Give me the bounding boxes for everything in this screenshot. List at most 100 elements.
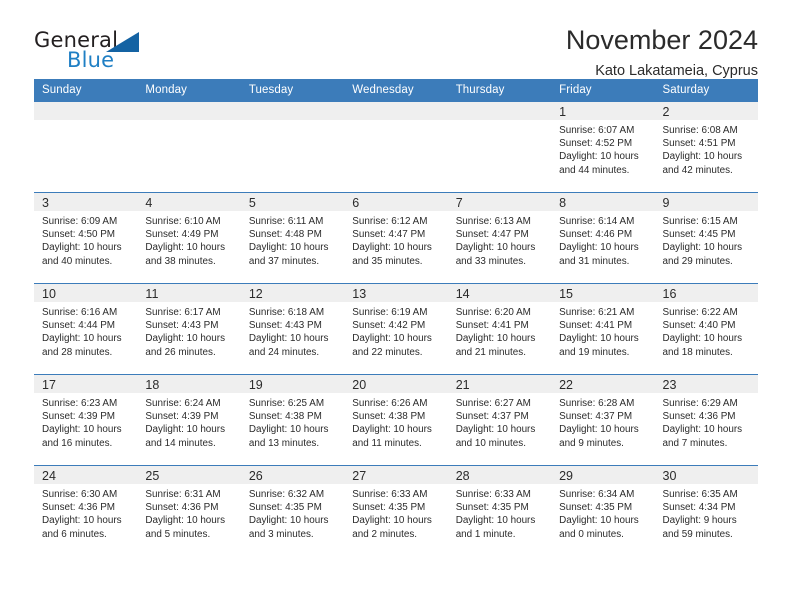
day-number-band: 23	[654, 375, 758, 393]
calendar-day-cell[interactable]: 18 Sunrise: 6:24 AM Sunset: 4:39 PM Dayligh…	[137, 374, 241, 466]
sunrise-time: Sunrise: 6:24 AM	[145, 398, 221, 409]
calendar-day-cell-empty	[34, 102, 138, 193]
calendar-day-cell[interactable]: 8 Sunrise: 6:14 AM Sunset: 4:46 PM Daylight…	[551, 192, 655, 284]
day-cell-inner: 26 Sunrise: 6:32 AM Sunset: 4:35 PM Dayligh…	[240, 466, 345, 556]
day-number-band: 17	[34, 375, 138, 393]
calendar-day-cell[interactable]: 10 Sunrise: 6:16 AM Sunset: 4:44 PM Dayligh…	[34, 283, 138, 375]
day-details: Sunrise: 6:20 AM Sunset: 4:41 PM Daylight:…	[448, 302, 551, 359]
sunset-time: Sunset: 4:34 PM	[662, 502, 736, 514]
calendar-day-cell[interactable]: 5 Sunrise: 6:11 AM Sunset: 4:48 PM Daylight…	[240, 192, 345, 284]
calendar-day-cell[interactable]: 15 Sunrise: 6:21 AM Sunset: 4:41 PM Dayligh…	[551, 283, 655, 375]
day-cell-inner	[240, 102, 345, 192]
sunset-time: Sunset: 4:38 PM	[248, 411, 322, 423]
day-cell-inner: 11 Sunrise: 6:17 AM Sunset: 4:43 PM Dayligh…	[137, 284, 241, 374]
sunrise-time: Sunrise: 6:08 AM	[662, 125, 738, 136]
daylight-duration-line2: and 33 minutes.	[455, 255, 526, 267]
calendar-day-cell[interactable]: 16 Sunrise: 6:22 AM Sunset: 4:40 PM Dayligh…	[654, 283, 758, 375]
daylight-duration-line2: and 37 minutes.	[248, 255, 320, 267]
day-cell-inner: 10 Sunrise: 6:16 AM Sunset: 4:44 PM Dayligh…	[34, 284, 138, 374]
daylight-duration-line1: Daylight: 10 hours	[559, 242, 639, 254]
calendar-day-cell[interactable]: 30 Sunrise: 6:35 AM Sunset: 4:34 PM Dayligh…	[654, 465, 758, 556]
calendar-day-cell[interactable]: 14 Sunrise: 6:20 AM Sunset: 4:41 PM Dayligh…	[447, 283, 552, 375]
calendar-day-cell[interactable]: 3 Sunrise: 6:09 AM Sunset: 4:50 PM Daylight…	[34, 192, 138, 284]
weekday-header-monday: Monday	[137, 79, 241, 102]
calendar-day-cell[interactable]: 28 Sunrise: 6:33 AM Sunset: 4:35 PM Dayligh…	[447, 465, 552, 556]
sunrise-time: Sunrise: 6:12 AM	[352, 216, 428, 227]
calendar-day-cell[interactable]: 20 Sunrise: 6:26 AM Sunset: 4:38 PM Dayligh…	[344, 374, 448, 466]
day-cell-inner: 23 Sunrise: 6:29 AM Sunset: 4:36 PM Dayligh…	[654, 375, 758, 465]
day-cell-inner: 13 Sunrise: 6:19 AM Sunset: 4:42 PM Dayligh…	[344, 284, 448, 374]
daylight-duration-line1: Daylight: 10 hours	[248, 515, 329, 527]
daylight-duration-line2: and 44 minutes.	[559, 164, 630, 176]
day-number: 14	[455, 287, 470, 301]
sunrise-time: Sunrise: 6:23 AM	[42, 398, 118, 409]
calendar-day-cell[interactable]: 22 Sunrise: 6:28 AM Sunset: 4:37 PM Dayligh…	[551, 374, 655, 466]
calendar-day-cell[interactable]: 12 Sunrise: 6:18 AM Sunset: 4:43 PM Dayligh…	[240, 283, 345, 375]
calendar-day-cell[interactable]: 29 Sunrise: 6:34 AM Sunset: 4:35 PM Dayligh…	[551, 465, 655, 556]
sunset-time: Sunset: 4:43 PM	[248, 320, 322, 332]
daylight-duration-line1: Daylight: 10 hours	[559, 515, 639, 527]
sunrise-time: Sunrise: 6:33 AM	[352, 489, 428, 500]
sunrise-time: Sunrise: 6:10 AM	[145, 216, 221, 227]
calendar-day-cell[interactable]: 27 Sunrise: 6:33 AM Sunset: 4:35 PM Dayligh…	[344, 465, 448, 556]
day-cell-inner: 24 Sunrise: 6:30 AM Sunset: 4:36 PM Dayligh…	[34, 466, 138, 556]
calendar-day-cell[interactable]: 11 Sunrise: 6:17 AM Sunset: 4:43 PM Dayligh…	[137, 283, 241, 375]
daylight-duration-line1: Daylight: 10 hours	[559, 333, 639, 345]
sunset-time: Sunset: 4:41 PM	[455, 320, 529, 332]
generalblue-logo[interactable]: General Blue	[34, 26, 154, 76]
day-number-band: 7	[447, 193, 552, 211]
calendar-day-cell[interactable]: 21 Sunrise: 6:27 AM Sunset: 4:37 PM Dayligh…	[447, 374, 552, 466]
day-number-band: 11	[137, 284, 241, 302]
day-number-band: 3	[34, 193, 138, 211]
day-cell-inner: 21 Sunrise: 6:27 AM Sunset: 4:37 PM Dayligh…	[447, 375, 552, 465]
daylight-duration-line1: Daylight: 10 hours	[455, 242, 536, 254]
calendar-day-cell[interactable]: 25 Sunrise: 6:31 AM Sunset: 4:36 PM Dayligh…	[137, 465, 241, 556]
day-cell-inner	[447, 102, 552, 192]
calendar-day-cell[interactable]: 2 Sunrise: 6:08 AM Sunset: 4:51 PM Daylight…	[654, 102, 758, 193]
calendar-day-cell[interactable]: 13 Sunrise: 6:19 AM Sunset: 4:42 PM Dayligh…	[344, 283, 448, 375]
day-number-band: 21	[447, 375, 552, 393]
day-cell-inner	[137, 102, 241, 192]
day-cell-inner: 1 Sunrise: 6:07 AM Sunset: 4:52 PM Daylight…	[551, 102, 655, 192]
daylight-duration-line2: and 6 minutes.	[42, 528, 107, 540]
weekday-header-tuesday: Tuesday	[240, 79, 345, 102]
day-details: Sunrise: 6:18 AM Sunset: 4:43 PM Daylight:…	[241, 302, 344, 359]
calendar-day-cell[interactable]: 1 Sunrise: 6:07 AM Sunset: 4:52 PM Daylight…	[551, 102, 655, 193]
weekday-header-sunday: Sunday	[34, 79, 138, 102]
day-number: 29	[559, 469, 574, 483]
day-cell-inner: 8 Sunrise: 6:14 AM Sunset: 4:46 PM Daylight…	[551, 193, 655, 283]
day-number-band: 24	[34, 466, 138, 484]
day-number: 3	[42, 196, 49, 210]
daylight-duration-line2: and 38 minutes.	[145, 255, 216, 267]
sunrise-time: Sunrise: 6:33 AM	[455, 489, 531, 500]
sunrise-time: Sunrise: 6:34 AM	[559, 489, 635, 500]
sunset-time: Sunset: 4:49 PM	[145, 229, 219, 241]
sunrise-time: Sunrise: 6:15 AM	[662, 216, 738, 227]
calendar-day-cell[interactable]: 7 Sunrise: 6:13 AM Sunset: 4:47 PM Daylight…	[447, 192, 552, 284]
daylight-duration-line2: and 9 minutes.	[559, 437, 624, 449]
daylight-duration-line1: Daylight: 10 hours	[145, 424, 226, 436]
calendar-day-cell[interactable]: 23 Sunrise: 6:29 AM Sunset: 4:36 PM Dayligh…	[654, 374, 758, 466]
day-number: 12	[248, 287, 263, 301]
calendar-day-cell[interactable]: 19 Sunrise: 6:25 AM Sunset: 4:38 PM Dayligh…	[240, 374, 345, 466]
calendar-day-cell[interactable]: 9 Sunrise: 6:15 AM Sunset: 4:45 PM Daylight…	[654, 192, 758, 284]
day-details: Sunrise: 6:33 AM Sunset: 4:35 PM Daylight:…	[448, 484, 551, 541]
daylight-duration-line1: Daylight: 10 hours	[145, 333, 226, 345]
day-cell-inner: 5 Sunrise: 6:11 AM Sunset: 4:48 PM Daylight…	[240, 193, 345, 283]
sunrise-time: Sunrise: 6:20 AM	[455, 307, 531, 318]
daylight-duration-line2: and 3 minutes.	[248, 528, 314, 540]
calendar-day-cell[interactable]: 26 Sunrise: 6:32 AM Sunset: 4:35 PM Dayligh…	[240, 465, 345, 556]
calendar-day-cell[interactable]: 24 Sunrise: 6:30 AM Sunset: 4:36 PM Dayligh…	[34, 465, 138, 556]
calendar-day-cell[interactable]: 6 Sunrise: 6:12 AM Sunset: 4:47 PM Daylight…	[344, 192, 448, 284]
calendar-week-row: 3 Sunrise: 6:09 AM Sunset: 4:50 PM Daylight…	[34, 192, 758, 284]
sunset-time: Sunset: 4:39 PM	[42, 411, 116, 423]
day-details: Sunrise: 6:28 AM Sunset: 4:37 PM Daylight:…	[551, 393, 654, 450]
calendar-day-cell[interactable]: 17 Sunrise: 6:23 AM Sunset: 4:39 PM Dayligh…	[34, 374, 138, 466]
daylight-duration-line2: and 42 minutes.	[662, 164, 733, 176]
sunrise-time: Sunrise: 6:13 AM	[455, 216, 531, 227]
day-number-band	[240, 102, 345, 120]
day-cell-inner: 27 Sunrise: 6:33 AM Sunset: 4:35 PM Dayligh…	[344, 466, 448, 556]
day-cell-inner: 22 Sunrise: 6:28 AM Sunset: 4:37 PM Dayligh…	[551, 375, 655, 465]
sunset-time: Sunset: 4:35 PM	[455, 502, 529, 514]
calendar-day-cell[interactable]: 4 Sunrise: 6:10 AM Sunset: 4:49 PM Daylight…	[137, 192, 241, 284]
